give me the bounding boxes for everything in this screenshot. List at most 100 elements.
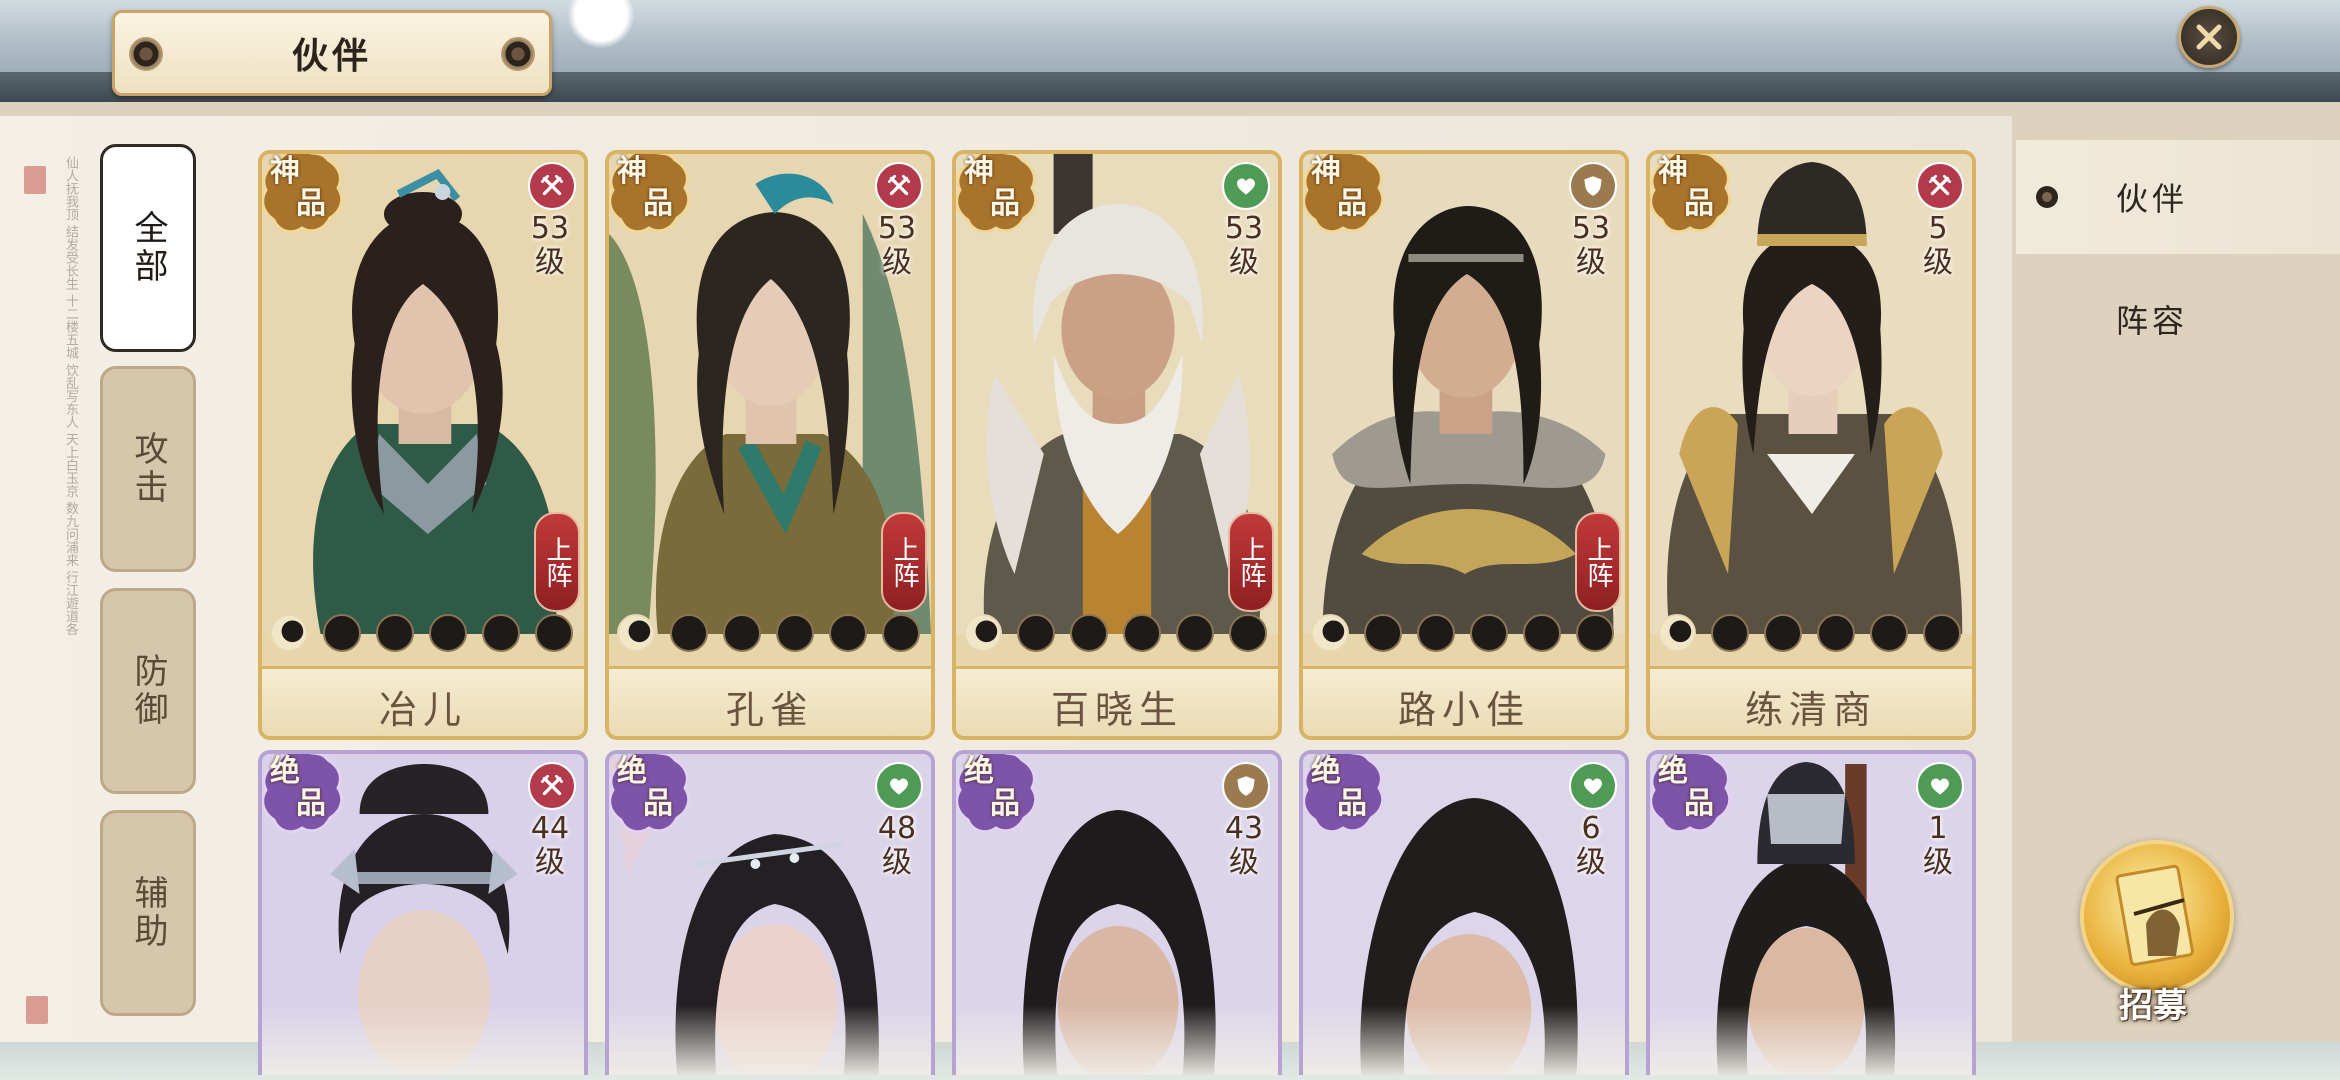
top-bar: 伙伴 xyxy=(0,0,2340,102)
sidebar-tab-partner[interactable]: 伙伴 xyxy=(2016,140,2340,254)
partner-card[interactable]: 神品 53 级 上阵 冶儿 xyxy=(258,150,588,740)
close-button[interactable] xyxy=(2178,6,2240,68)
name-plate: 百晓生 xyxy=(956,666,1278,736)
star-empty-icon xyxy=(1817,614,1855,652)
partner-card[interactable]: 神品 53 级 上阵 百晓生 xyxy=(952,150,1282,740)
grade-char-1: 神 xyxy=(270,154,300,189)
grade-char-2: 品 xyxy=(1684,786,1714,821)
role-badge xyxy=(1569,762,1617,810)
attack-icon xyxy=(1927,173,1953,199)
card-fade xyxy=(1303,1005,1625,1075)
level-value: 1 xyxy=(1928,811,1948,846)
heal-icon xyxy=(1233,173,1259,199)
grade-char-2: 品 xyxy=(643,786,673,821)
filter-tab-defense[interactable]: 防御 xyxy=(100,588,196,794)
grade-char-2: 品 xyxy=(296,186,326,221)
partner-card[interactable]: 绝品 44 级 xyxy=(258,750,588,1075)
partner-name: 百晓生 xyxy=(1050,687,1183,732)
card-fade xyxy=(609,1005,931,1075)
partner-card[interactable]: 神品 53 级 上阵 孔雀 xyxy=(605,150,935,740)
red-seal-decoration xyxy=(24,166,46,194)
attack-icon xyxy=(539,173,565,199)
star-empty-icon xyxy=(1070,614,1108,652)
level-unit: 级 xyxy=(1229,845,1259,880)
partner-card[interactable]: 绝品 6级 xyxy=(1299,750,1629,1075)
level-unit: 级 xyxy=(1923,845,1953,880)
partner-card[interactable]: 绝品 48 级 xyxy=(605,750,935,1075)
grade-badge: 绝品 xyxy=(1650,754,1736,838)
sidebar-tab-label: 伙伴 xyxy=(2116,180,2189,218)
grade-char-1: 绝 xyxy=(270,754,300,789)
level-value: 44 xyxy=(530,811,570,846)
partner-card[interactable]: 绝品 43 级 xyxy=(952,750,1282,1075)
grade-char-1: 绝 xyxy=(1311,754,1341,789)
level-value: 53 xyxy=(877,211,917,246)
filter-tab-support[interactable]: 辅助 xyxy=(100,810,196,1016)
role-badge xyxy=(875,162,923,210)
grade-char-2: 品 xyxy=(1684,186,1714,221)
role-badge xyxy=(1916,162,1964,210)
card-fade xyxy=(262,1005,584,1075)
deployed-badge: 上阵 xyxy=(881,512,927,612)
level-label: 48 级 xyxy=(869,812,925,880)
level-label: 1级 xyxy=(1910,812,1966,880)
grade-char-1: 绝 xyxy=(617,754,647,789)
grade-badge: 神品 xyxy=(1650,154,1736,238)
grade-char-1: 绝 xyxy=(964,754,994,789)
level-unit: 级 xyxy=(535,845,565,880)
page-title: 伙伴 xyxy=(291,35,372,77)
filter-tab-all[interactable]: 全部 xyxy=(100,144,196,352)
role-badge xyxy=(1222,162,1270,210)
star-row xyxy=(1658,614,1968,654)
name-plate: 冶儿 xyxy=(262,666,584,736)
star-empty-icon xyxy=(1870,614,1908,652)
level-label: 53 级 xyxy=(1216,212,1272,280)
level-label: 44 级 xyxy=(522,812,578,880)
role-badge xyxy=(875,762,923,810)
grade-char-2: 品 xyxy=(643,186,673,221)
role-badge xyxy=(528,762,576,810)
partner-card[interactable]: 绝品 1级 xyxy=(1646,750,1976,1075)
star-lit-icon xyxy=(270,614,308,652)
star-empty-icon xyxy=(1176,614,1214,652)
role-badge xyxy=(1916,762,1964,810)
level-label: 6级 xyxy=(1563,812,1619,880)
star-lit-icon xyxy=(964,614,1002,652)
sidebar-tab-lineup[interactable]: 阵容 xyxy=(2016,262,2340,376)
star-empty-icon xyxy=(1470,614,1508,652)
star-empty-icon xyxy=(776,614,814,652)
filter-tab-label: 攻击 xyxy=(128,431,168,507)
grade-char-1: 绝 xyxy=(1658,754,1688,789)
role-badge xyxy=(1222,762,1270,810)
star-row xyxy=(1311,614,1621,654)
red-seal-decoration xyxy=(26,996,48,1024)
attack-icon xyxy=(539,773,565,799)
coin-ornament-icon xyxy=(501,37,535,71)
partner-card[interactable]: 神品 5级 练清商 xyxy=(1646,150,1976,740)
level-unit: 级 xyxy=(1576,245,1606,280)
partner-name: 路小佳 xyxy=(1397,687,1530,732)
moon-decoration xyxy=(568,0,634,48)
level-unit: 级 xyxy=(535,245,565,280)
grade-char-2: 品 xyxy=(1337,186,1367,221)
partner-card[interactable]: 神品 53 级 上阵 路小佳 xyxy=(1299,150,1629,740)
deployed-badge: 上阵 xyxy=(1228,512,1274,612)
calligraphy-decoration: 仙人抚我顶 结发受长生 十二楼五城 饮乱写东人 天上白玉京 数九问浦来 行江遊道… xyxy=(63,156,78,636)
recruit-button[interactable]: 招募 xyxy=(2076,840,2234,1030)
partner-name: 冶儿 xyxy=(378,687,467,732)
filter-tab-label: 辅助 xyxy=(128,875,168,951)
deployed-badge: 上阵 xyxy=(1575,512,1621,612)
star-row xyxy=(964,614,1274,654)
filter-tab-attack[interactable]: 攻击 xyxy=(100,366,196,572)
level-value: 53 xyxy=(1571,211,1611,246)
sidebar-tab-label: 阵容 xyxy=(2116,302,2189,340)
heal-icon xyxy=(886,773,912,799)
partner-name: 孔雀 xyxy=(725,687,814,732)
grade-badge: 绝品 xyxy=(1303,754,1389,838)
star-empty-icon xyxy=(482,614,520,652)
star-row xyxy=(270,614,580,654)
level-value: 48 xyxy=(877,811,917,846)
grade-badge: 绝品 xyxy=(262,754,348,838)
grade-char-1: 神 xyxy=(1658,154,1688,189)
title-plaque: 伙伴 xyxy=(112,10,552,96)
